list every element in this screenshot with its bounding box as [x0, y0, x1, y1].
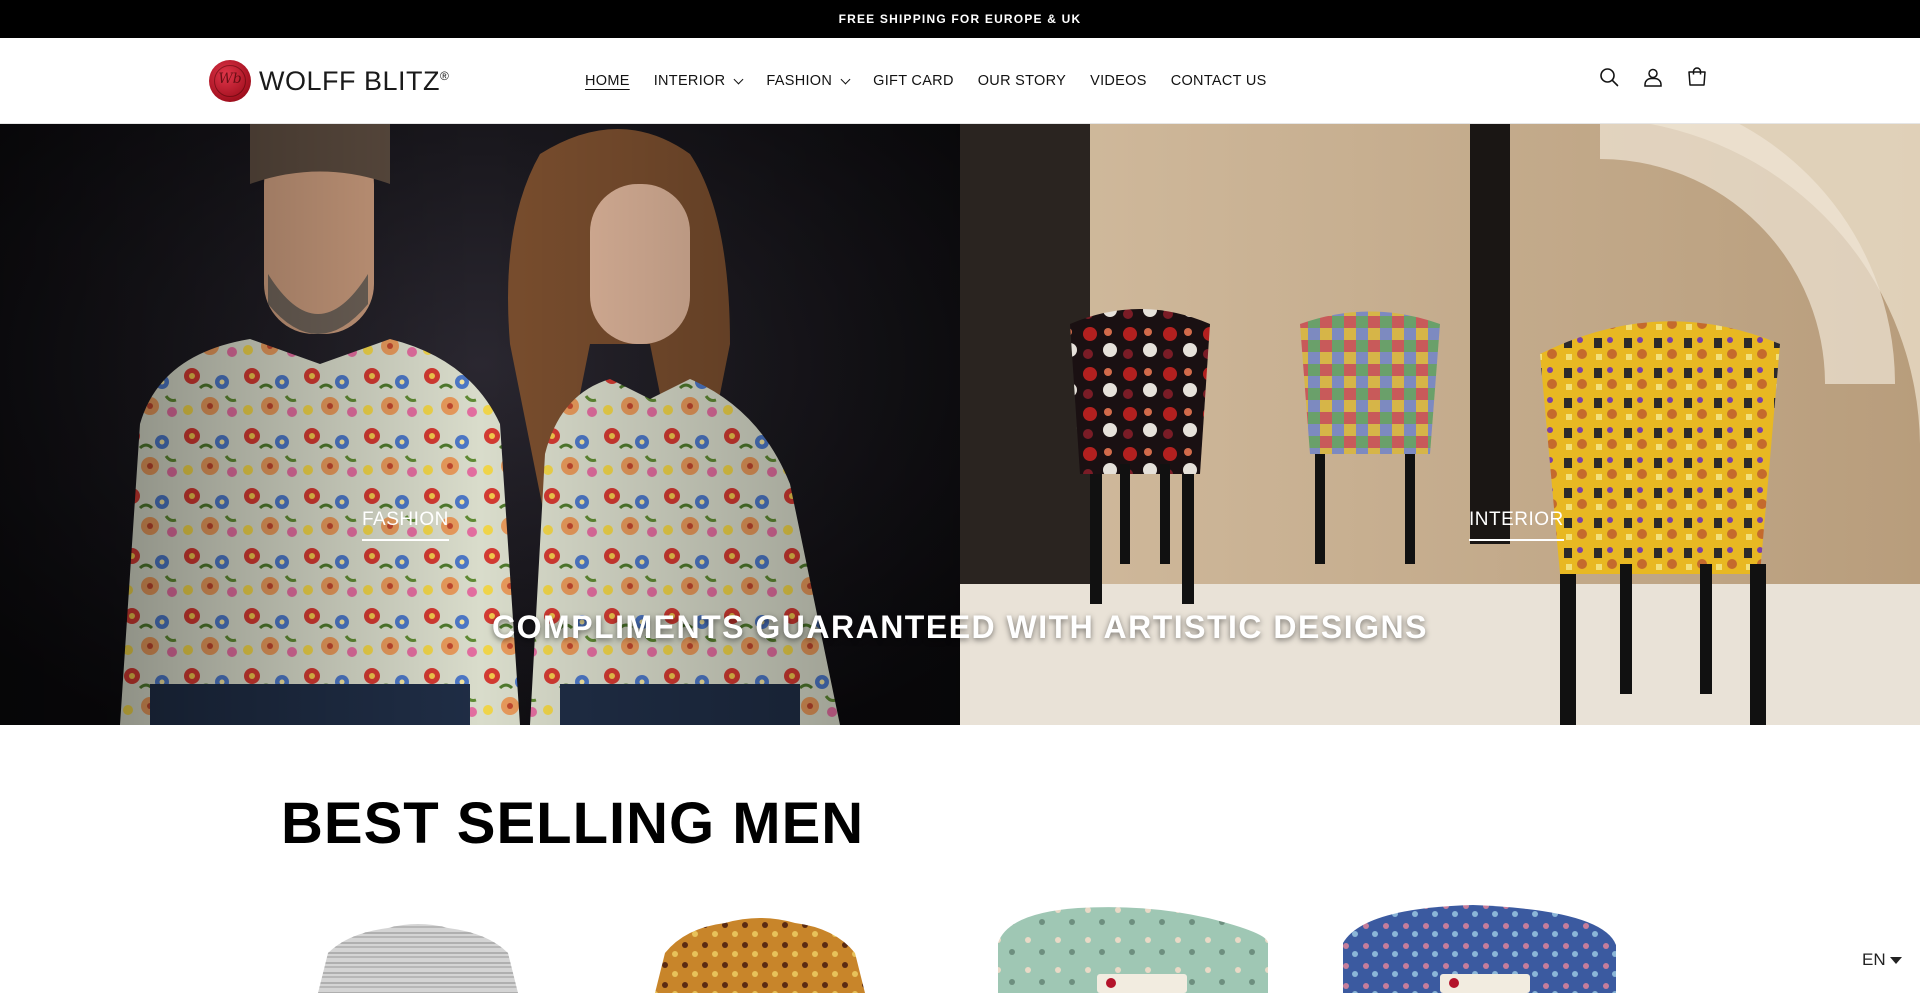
hero-link-interior[interactable]: INTERIOR	[1469, 509, 1564, 541]
language-code: EN	[1862, 950, 1886, 969]
nav-label: FASHION	[766, 73, 833, 89]
nav-item-home[interactable]: HOME	[585, 73, 630, 89]
hero-caption: COMPLIMENTS GUARANTEED WITH ARTISTIC DES…	[492, 609, 1428, 645]
product-card[interactable]	[655, 918, 865, 993]
hero-link-fashion[interactable]: FASHION	[362, 509, 449, 541]
nav-item-our-story[interactable]: OUR STORY	[978, 73, 1066, 89]
brand-name: WOLFF BLITZ®	[259, 65, 450, 96]
nav-label: CONTACT US	[1170, 73, 1267, 89]
nav-label: INTERIOR	[653, 73, 726, 89]
brand-logo[interactable]: WOLFF BLITZ®	[209, 60, 449, 102]
chevron-down-icon	[840, 74, 851, 85]
wax-seal-logo-icon	[209, 60, 251, 102]
product-card[interactable]	[998, 907, 1268, 993]
product-card[interactable]	[1343, 905, 1616, 993]
hero-banner: FASHION INTERIOR COMPLIMENTS GUARANTEED …	[0, 124, 1920, 725]
account-icon[interactable]	[1642, 66, 1664, 88]
best-selling-title: BEST SELLING MEN	[281, 791, 865, 856]
nav-label: HOME	[585, 73, 630, 89]
nav-item-videos[interactable]: VIDEOS	[1090, 73, 1147, 89]
nav-item-interior[interactable]: INTERIOR	[653, 73, 744, 89]
site-header: WOLFF BLITZ® HOME INTERIOR FASHION GIFT …	[0, 38, 1920, 124]
nav-label: VIDEOS	[1090, 73, 1147, 89]
chevron-down-icon	[733, 74, 744, 85]
caret-down-icon	[1889, 956, 1902, 964]
nav-label: GIFT CARD	[873, 73, 954, 89]
product-carousel	[0, 900, 1920, 993]
product-card[interactable]	[318, 924, 518, 993]
nav-item-contact-us[interactable]: CONTACT US	[1171, 73, 1267, 89]
cart-icon[interactable]	[1686, 66, 1708, 88]
language-selector[interactable]: EN	[1862, 950, 1902, 970]
announcement-text: FREE SHIPPING FOR EUROPE & UK	[838, 12, 1082, 26]
main-nav: HOME INTERIOR FASHION GIFT CARD OUR STOR…	[585, 38, 1267, 124]
header-actions	[1598, 66, 1708, 88]
nav-item-fashion[interactable]: FASHION	[766, 73, 851, 89]
search-icon[interactable]	[1598, 66, 1620, 88]
announcement-bar: FREE SHIPPING FOR EUROPE & UK	[0, 0, 1920, 38]
nav-item-gift-card[interactable]: GIFT CARD	[873, 73, 954, 89]
nav-label: OUR STORY	[977, 73, 1067, 89]
